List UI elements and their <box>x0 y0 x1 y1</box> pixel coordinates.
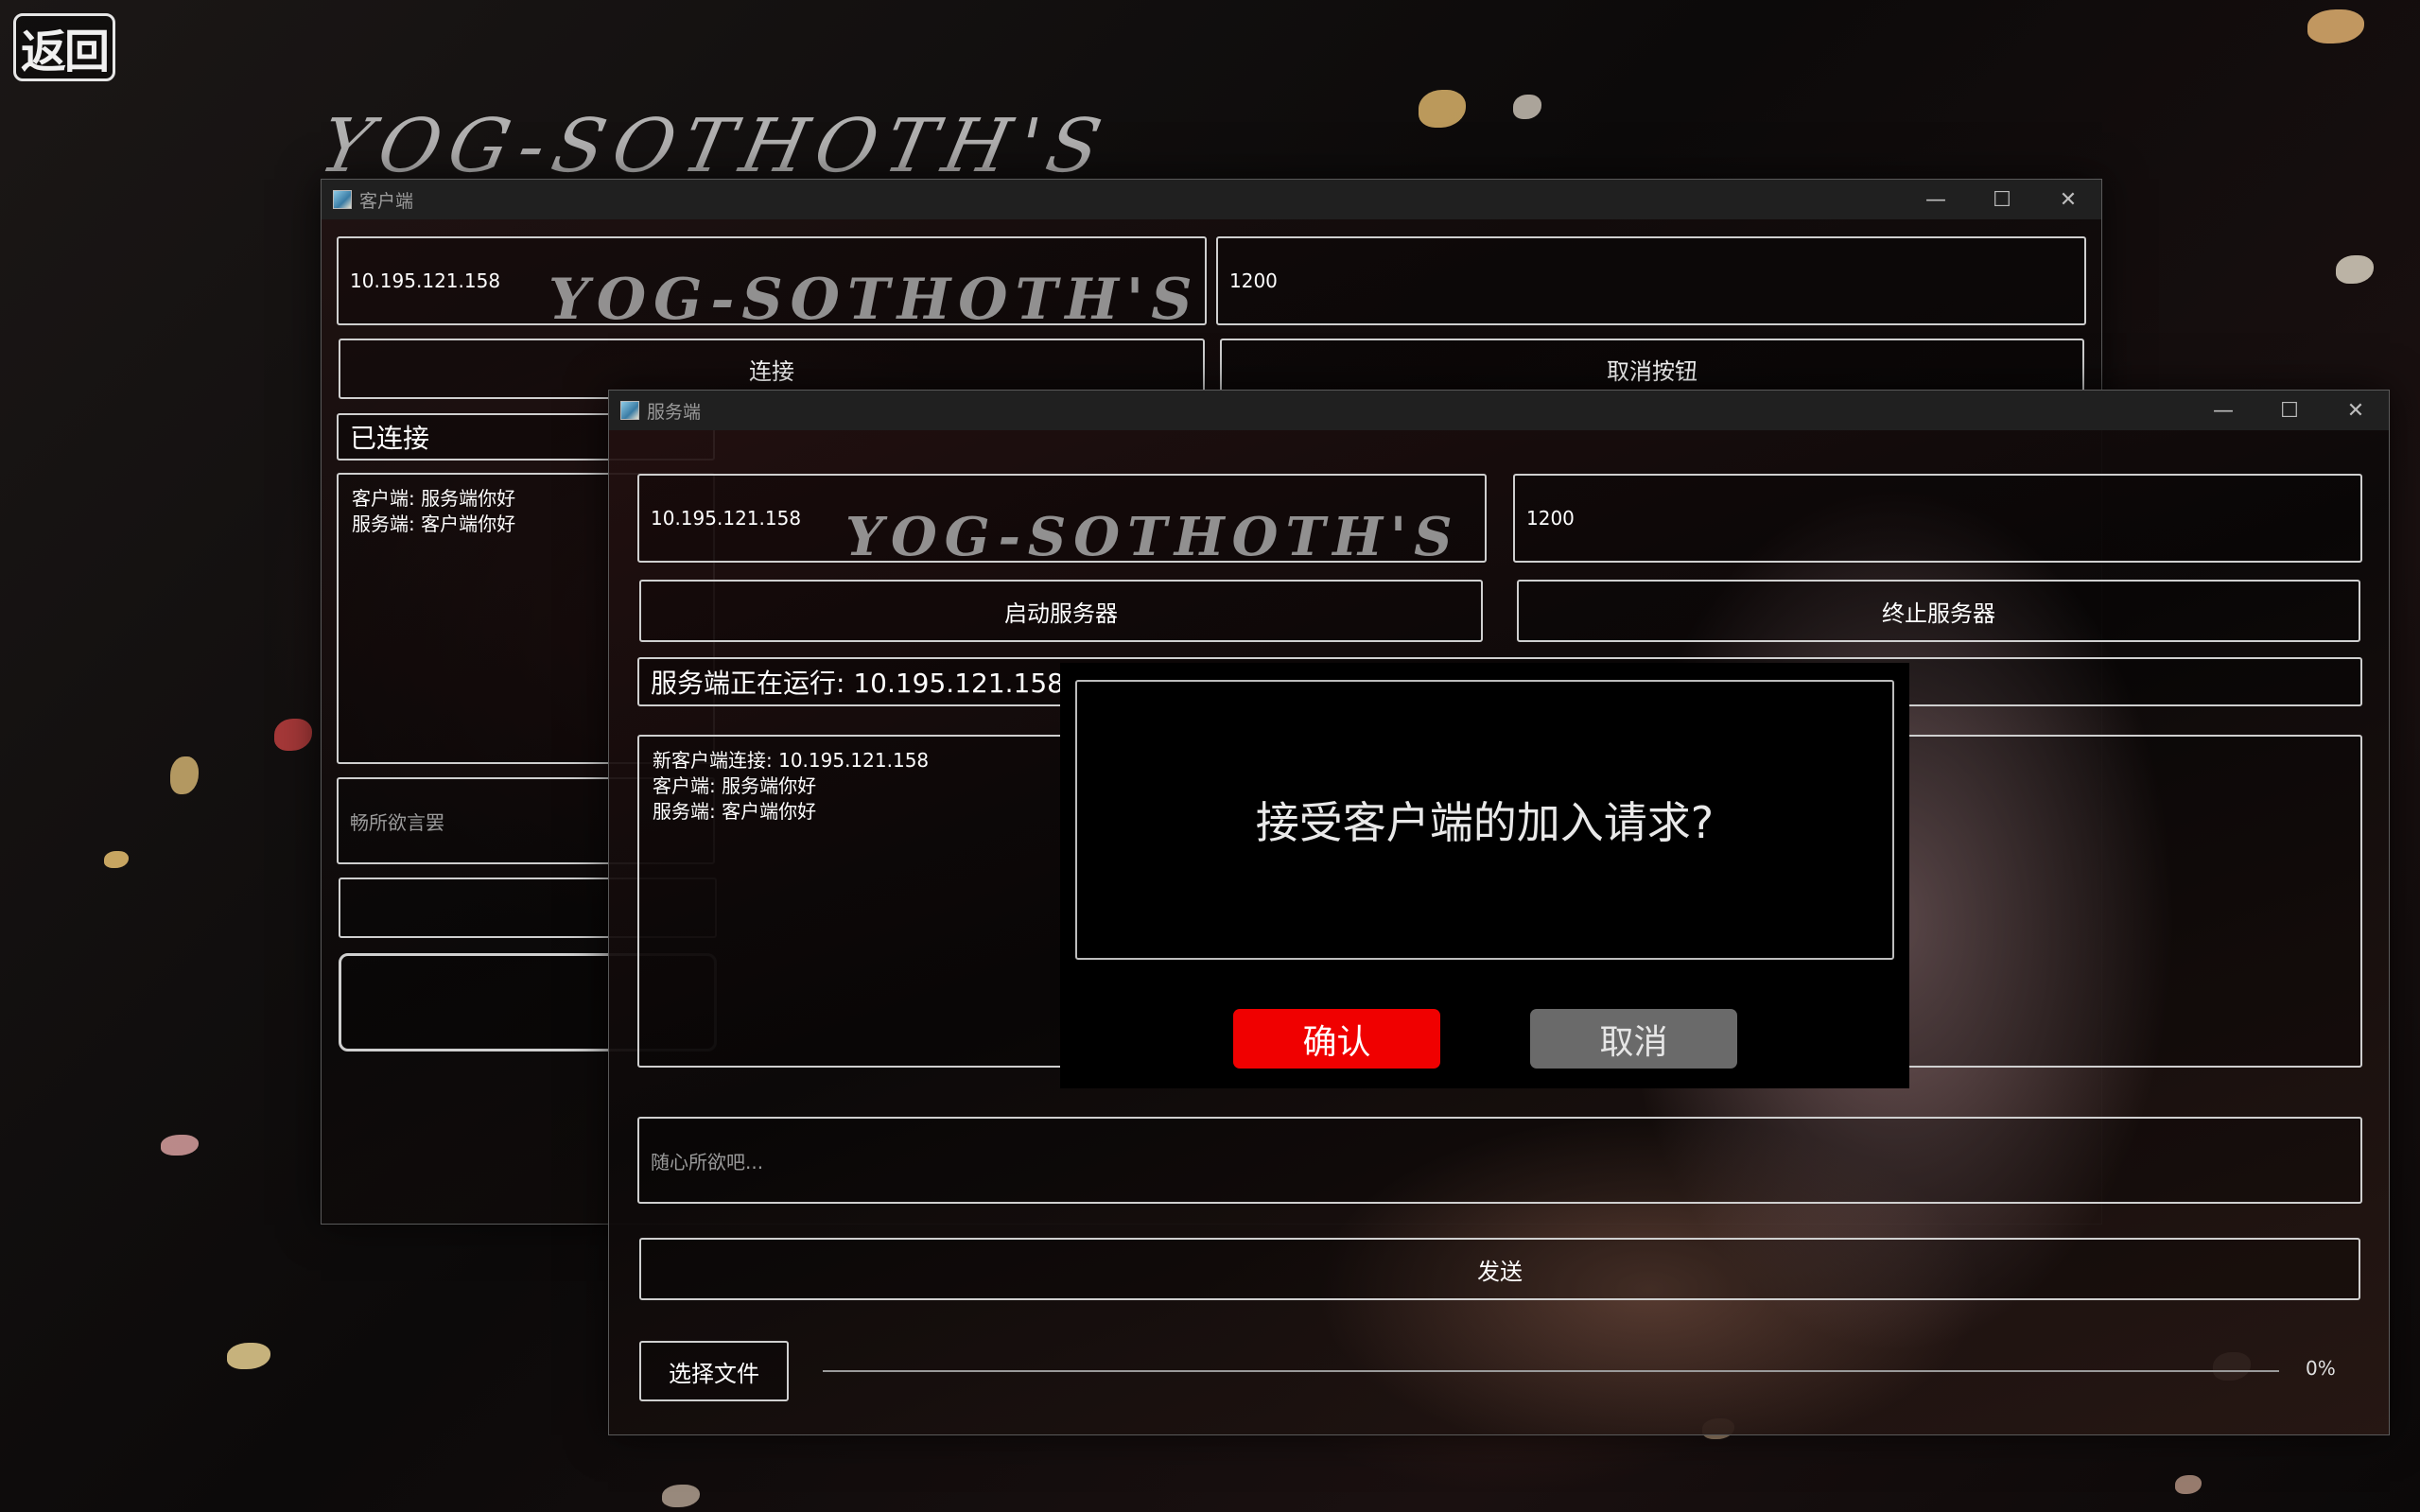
dialog-message: 接受客户端的加入请求? <box>1075 680 1894 960</box>
start-server-button[interactable]: 启动服务器 <box>639 580 1483 642</box>
close-icon[interactable]: ✕ <box>2323 391 2389 430</box>
maximize-icon[interactable]: ☐ <box>2256 391 2323 430</box>
server-window-title: 服务端 <box>647 401 702 423</box>
client-ip-input[interactable]: 10.195.121.158 <box>337 236 1207 325</box>
back-button[interactable]: 返回 <box>13 13 115 81</box>
client-port-input[interactable]: 1200 <box>1216 236 2086 325</box>
send-button[interactable]: 发送 <box>639 1238 2360 1300</box>
client-titlebar[interactable]: 客户端 — ☐ ✕ <box>322 180 2101 219</box>
stop-server-button[interactable]: 终止服务器 <box>1517 580 2360 642</box>
background-title: YOG-SOTHOTH'S <box>312 104 1118 189</box>
server-message-input[interactable]: 随心所欲吧... <box>637 1117 2362 1204</box>
minimize-icon[interactable]: — <box>1903 180 1969 219</box>
file-progress-bar <box>823 1370 2279 1372</box>
dialog-confirm-button[interactable]: 确认 <box>1233 1009 1440 1069</box>
close-icon[interactable]: ✕ <box>2035 180 2101 219</box>
dialog-cancel-button[interactable]: 取消 <box>1530 1009 1737 1069</box>
file-progress-text: 0% <box>2306 1357 2336 1380</box>
server-port-input[interactable]: 1200 <box>1513 474 2362 563</box>
app-icon <box>333 190 352 209</box>
join-request-dialog: 接受客户端的加入请求? 确认 取消 <box>1060 663 1909 1088</box>
server-input-placeholder: 随心所欲吧... <box>651 1150 764 1173</box>
maximize-icon[interactable]: ☐ <box>1969 180 2035 219</box>
app-icon <box>620 401 639 420</box>
client-input-placeholder: 畅所欲言罢 <box>350 810 444 834</box>
server-ip-input[interactable]: 10.195.121.158 <box>637 474 1487 563</box>
server-titlebar[interactable]: 服务端 — ☐ ✕ <box>609 391 2389 430</box>
choose-file-button[interactable]: 选择文件 <box>639 1341 789 1401</box>
minimize-icon[interactable]: — <box>2190 391 2256 430</box>
client-window-title: 客户端 <box>359 190 414 212</box>
